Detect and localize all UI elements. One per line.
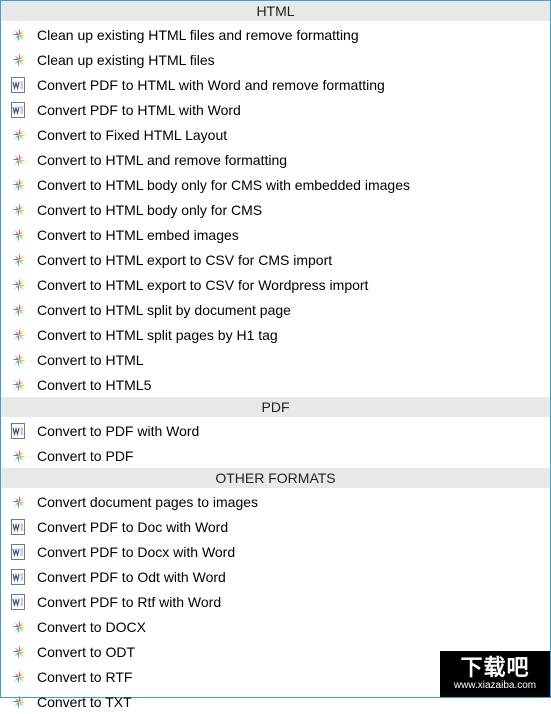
list-item-label: Convert to TXT [35, 694, 132, 710]
list-item-label: Convert to PDF [35, 448, 133, 464]
pinwheel-icon [11, 644, 35, 660]
list-item-label: Convert to HTML split by document page [35, 302, 291, 318]
list-item-label: Convert to HTML body only for CMS [35, 202, 262, 218]
list-item-convert-to-html-export-to-csv-for-cms-im[interactable]: Convert to HTML export to CSV for CMS im… [1, 247, 550, 272]
section-header-pdf: PDF [1, 397, 550, 418]
list-item-convert-to-html-body-only-for-cms-with-e[interactable]: Convert to HTML body only for CMS with e… [1, 172, 550, 197]
list-item-convert-pdf-to-html-with-word-and-remove[interactable]: Convert PDF to HTML with Word and remove… [1, 72, 550, 97]
list-item-convert-pdf-to-doc-with-word[interactable]: Convert PDF to Doc with Word [1, 514, 550, 539]
list-item-label: Convert PDF to Doc with Word [35, 519, 228, 535]
section-header-other-formats: OTHER FORMATS [1, 468, 550, 489]
watermark-text: 下载吧 [460, 657, 529, 679]
word-doc-icon [11, 77, 35, 93]
list-item-label: Convert PDF to Rtf with Word [35, 594, 221, 610]
pinwheel-icon [11, 377, 35, 393]
pinwheel-icon [11, 227, 35, 243]
list-item-convert-pdf-to-html-with-word[interactable]: Convert PDF to HTML with Word [1, 97, 550, 122]
pinwheel-icon [11, 152, 35, 168]
pinwheel-icon [11, 669, 35, 685]
pinwheel-icon [11, 52, 35, 68]
list-item-convert-to-html-embed-images[interactable]: Convert to HTML embed images [1, 222, 550, 247]
list-item-convert-to-html-export-to-csv-for-wordpr[interactable]: Convert to HTML export to CSV for Wordpr… [1, 272, 550, 297]
list-item-convert-to-pdf[interactable]: Convert to PDF [1, 443, 550, 468]
list-item-label: Convert to HTML5 [35, 377, 151, 393]
list-item-convert-to-fixed-html-layout[interactable]: Convert to Fixed HTML Layout [1, 122, 550, 147]
word-doc-icon [11, 569, 35, 585]
pinwheel-icon [11, 302, 35, 318]
list-item-convert-to-docx[interactable]: Convert to DOCX [1, 614, 550, 639]
list-item-label: Convert to ODT [35, 644, 135, 660]
word-doc-icon [11, 519, 35, 535]
list-item-convert-to-html[interactable]: Convert to HTML [1, 347, 550, 372]
list-item-convert-document-pages-to-images[interactable]: Convert document pages to images [1, 489, 550, 514]
list-item-label: Clean up existing HTML files and remove … [35, 27, 359, 43]
list-item-label: Convert to HTML export to CSV for CMS im… [35, 252, 332, 268]
pinwheel-icon [11, 327, 35, 343]
list-item-label: Convert to HTML export to CSV for Wordpr… [35, 277, 368, 293]
watermark: 下载吧 www.xiazaiba.com [440, 651, 550, 697]
pinwheel-icon [11, 694, 35, 710]
watermark-url: www.xiazaiba.com [454, 681, 536, 691]
pinwheel-icon [11, 277, 35, 293]
list-item-convert-to-html-split-by-document-page[interactable]: Convert to HTML split by document page [1, 297, 550, 322]
list-item-label: Convert PDF to Odt with Word [35, 569, 226, 585]
list-item-label: Convert to HTML body only for CMS with e… [35, 177, 410, 193]
list-item-convert-to-html-body-only-for-cms[interactable]: Convert to HTML body only for CMS [1, 197, 550, 222]
list-item-convert-pdf-to-docx-with-word[interactable]: Convert PDF to Docx with Word [1, 539, 550, 564]
pinwheel-icon [11, 448, 35, 464]
list-item-label: Convert document pages to images [35, 494, 258, 510]
list-item-label: Convert to HTML and remove formatting [35, 152, 287, 168]
pinwheel-icon [11, 27, 35, 43]
list-item-convert-pdf-to-odt-with-word[interactable]: Convert PDF to Odt with Word [1, 564, 550, 589]
pinwheel-icon [11, 619, 35, 635]
list-item-label: Convert to PDF with Word [35, 423, 199, 439]
list-item-convert-to-pdf-with-word[interactable]: Convert to PDF with Word [1, 418, 550, 443]
word-doc-icon [11, 544, 35, 560]
list-item-label: Convert PDF to Docx with Word [35, 544, 235, 560]
list-item-convert-to-html-and-remove-formatting[interactable]: Convert to HTML and remove formatting [1, 147, 550, 172]
pinwheel-icon [11, 252, 35, 268]
pinwheel-icon [11, 352, 35, 368]
list-item-label: Convert to HTML [35, 352, 144, 368]
list-item-label: Convert to HTML split pages by H1 tag [35, 327, 278, 343]
pinwheel-icon [11, 494, 35, 510]
list-item-convert-to-html-split-pages-by-h1-tag[interactable]: Convert to HTML split pages by H1 tag [1, 322, 550, 347]
list-item-label: Convert PDF to HTML with Word [35, 102, 241, 118]
list-item-label: Clean up existing HTML files [35, 52, 215, 68]
list-item-label: Convert to DOCX [35, 619, 146, 635]
list-item-convert-pdf-to-rtf-with-word[interactable]: Convert PDF to Rtf with Word [1, 589, 550, 614]
list-item-label: Convert to Fixed HTML Layout [35, 127, 227, 143]
word-doc-icon [11, 594, 35, 610]
list-item-label: Convert to RTF [35, 669, 132, 685]
pinwheel-icon [11, 177, 35, 193]
list-item-label: Convert to HTML embed images [35, 227, 239, 243]
list-item-clean-up-existing-html-files[interactable]: Clean up existing HTML files [1, 47, 550, 72]
list-item-convert-to-html5[interactable]: Convert to HTML5 [1, 372, 550, 397]
word-doc-icon [11, 423, 35, 439]
list-item-clean-up-existing-html-files-and-remove-[interactable]: Clean up existing HTML files and remove … [1, 22, 550, 47]
word-doc-icon [11, 102, 35, 118]
section-header-html: HTML [1, 1, 550, 22]
pinwheel-icon [11, 202, 35, 218]
pinwheel-icon [11, 127, 35, 143]
list-item-label: Convert PDF to HTML with Word and remove… [35, 77, 385, 93]
